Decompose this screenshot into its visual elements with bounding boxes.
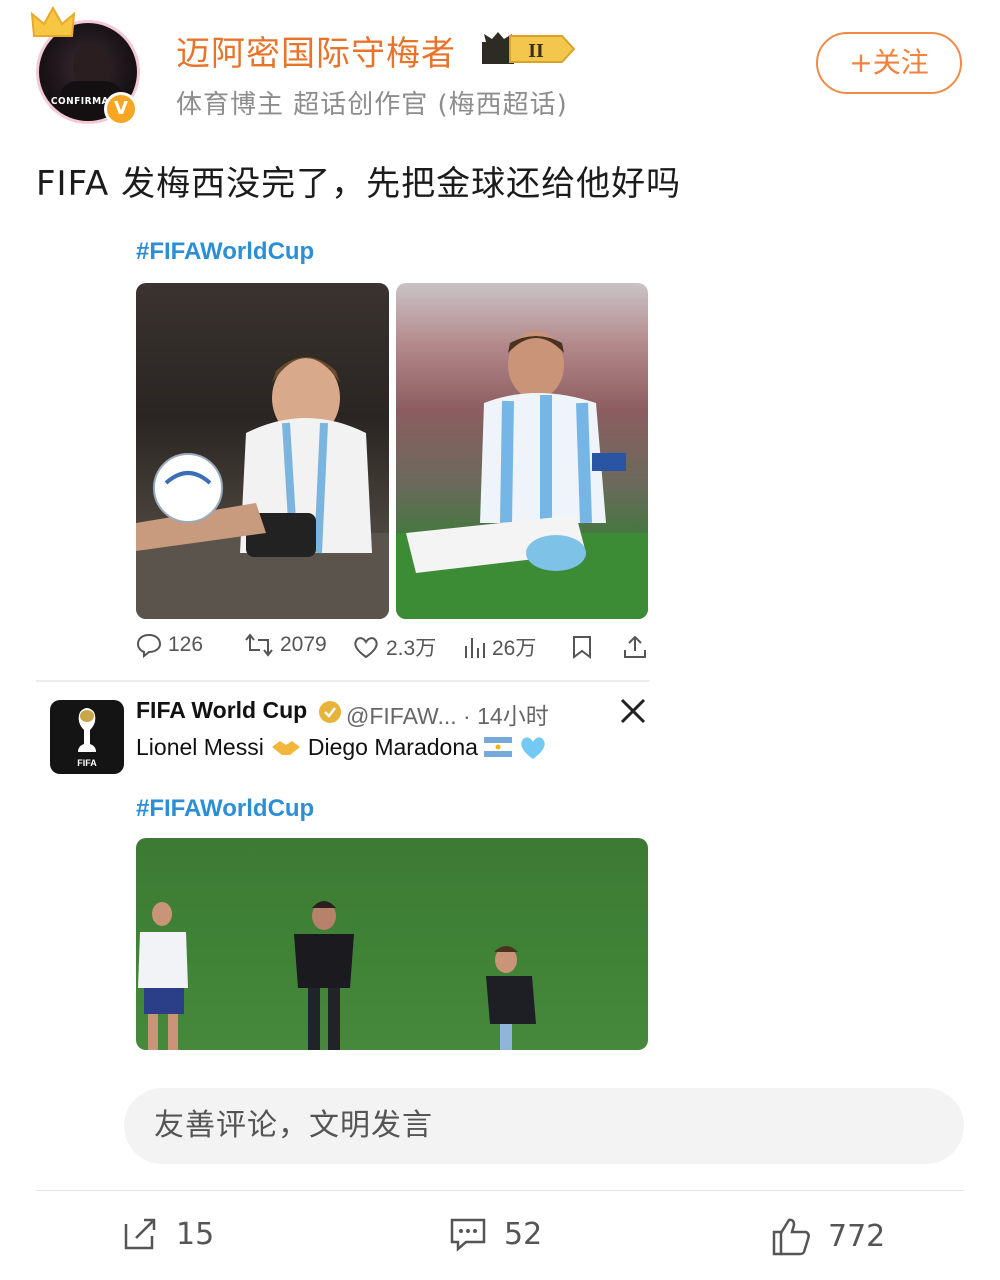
x-logo-icon[interactable] [618, 696, 648, 726]
user-subtitle: 体育博主 超话创作官 (梅西超话) [176, 90, 568, 120]
repost-button[interactable]: 15 [120, 1216, 214, 1252]
hashtag-link[interactable]: #FIFAWorldCup [136, 238, 314, 266]
retweet-count: 2079 [280, 633, 327, 656]
argentina-flag-icon [483, 737, 512, 757]
share-icon[interactable] [622, 634, 648, 660]
reply-count: 126 [168, 633, 204, 656]
vip-badge-icon: II [482, 32, 576, 64]
avatar-container[interactable]: CONFIRMADO V [30, 6, 144, 126]
like-count: 2.3万 [386, 637, 437, 660]
retweet-stat[interactable]: 2079 [244, 632, 327, 658]
reply-stat[interactable]: 126 [136, 632, 203, 658]
follow-button[interactable]: +关注 [816, 32, 962, 94]
tweet-body-right: Diego Maradona [307, 733, 478, 760]
bookmark-icon[interactable] [570, 634, 594, 660]
comment-button[interactable]: 52 [448, 1216, 542, 1252]
comment-input[interactable]: 友善评论，文明发言 [124, 1088, 964, 1164]
post-text: FIFA 发梅西没完了，先把金球还给他好吗 [36, 164, 682, 204]
match-illustration [138, 901, 536, 1050]
repost-icon [124, 1218, 156, 1250]
like-stat[interactable]: 2.3万 [352, 632, 436, 662]
like-button[interactable]: 772 [770, 1216, 885, 1256]
thumbs-up-icon [772, 1218, 810, 1256]
fifa-logo[interactable]: FIFA [50, 700, 124, 774]
messi-pitch-photo[interactable] [396, 283, 648, 619]
views-chart-icon [465, 638, 485, 658]
retweet-icon [245, 633, 273, 657]
world-cup-trophy-icon: FIFA [77, 708, 97, 768]
young-messi-photo[interactable] [136, 283, 389, 619]
repost-count: 15 [176, 1216, 215, 1252]
young-messi-illustration [136, 357, 389, 619]
blue-heart-icon [521, 737, 545, 759]
tweet-body: Lionel Messi Diego Maradona [136, 733, 548, 761]
username[interactable]: 迈阿密国际守梅者 [176, 26, 456, 75]
messi-maradona-photo[interactable] [136, 838, 648, 1050]
verified-icon: V [104, 92, 138, 126]
tweet-author-name[interactable]: FIFA World Cup [136, 697, 307, 724]
tweet-handle-time: @FIFAW... · 14小时 [346, 703, 549, 729]
messi-pitch-illustration [396, 331, 648, 619]
heart-icon [354, 637, 378, 659]
gold-verified-icon [319, 701, 341, 723]
comment-icon [450, 1218, 486, 1252]
vip-level: II [528, 40, 544, 62]
views-count: 26万 [492, 637, 537, 660]
hashtag-link-2[interactable]: #FIFAWorldCup [136, 795, 314, 823]
reply-icon [136, 633, 162, 658]
comment-count: 52 [504, 1216, 543, 1252]
crown-icon [30, 6, 76, 37]
handshake-icon [271, 741, 300, 755]
like-count-bottom: 772 [828, 1218, 886, 1254]
embed-divider [36, 680, 650, 682]
fifa-logo-text: FIFA [77, 758, 97, 768]
views-stat[interactable]: 26万 [462, 632, 536, 662]
tweet-body-left: Lionel Messi [136, 733, 264, 760]
action-divider [36, 1190, 964, 1191]
